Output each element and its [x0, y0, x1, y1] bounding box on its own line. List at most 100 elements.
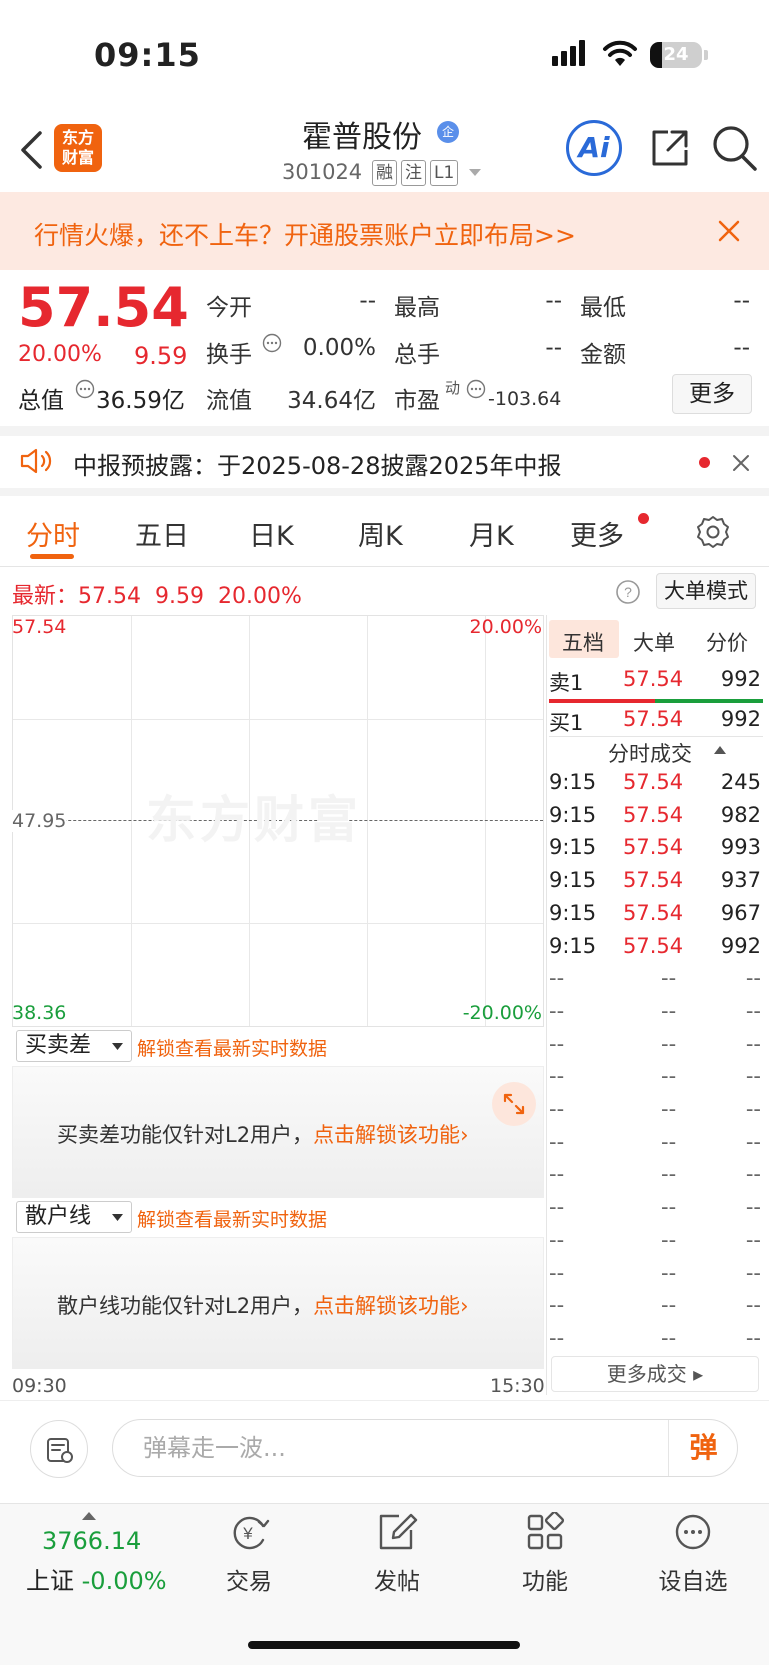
home-indicator — [248, 1641, 520, 1649]
unlock-feature-link-2[interactable]: 点击解锁该功能 — [313, 1294, 460, 1318]
trade-button[interactable]: ¥ 交易 — [194, 1512, 304, 1596]
divider — [0, 426, 769, 436]
stock-name: 霍普股份 — [302, 120, 422, 155]
info-dots-icon[interactable] — [466, 379, 486, 399]
info-dots-icon[interactable] — [262, 333, 282, 353]
search-icon[interactable] — [712, 124, 758, 172]
low-label: 最低 — [580, 295, 626, 321]
index-name: 上证 — [26, 1567, 74, 1595]
help-icon[interactable]: ? — [615, 579, 641, 605]
pct-axis-top-label: 20.00% — [469, 616, 542, 638]
tab-weekly-k[interactable]: 周K — [358, 514, 403, 553]
stock-code: 301024 — [282, 160, 363, 184]
bid-row-1: 买1 57.54 992 — [549, 707, 761, 737]
unlock-data-link-2[interactable]: 解锁查看最新实时数据 — [137, 1205, 327, 1232]
trade-time: -- — [549, 998, 565, 1023]
index-value[interactable]: 3766.14 — [42, 1527, 141, 1555]
dropdown-icon[interactable] — [468, 168, 482, 178]
sub-indicator-select-1[interactable]: 买卖差 — [16, 1030, 132, 1062]
sub-indicator-2-label: 散户线 — [25, 1204, 92, 1229]
tab-level-five[interactable]: 五档 — [562, 627, 604, 657]
post-button[interactable]: 发帖 — [342, 1512, 452, 1596]
locked-panel-1[interactable]: 买卖差功能仅针对L2用户，点击解锁该功能› — [12, 1066, 544, 1198]
trade-time: 9:15 — [549, 933, 597, 958]
trade-price: -- — [661, 1293, 677, 1318]
wifi-icon — [603, 40, 637, 66]
collapse-icon[interactable] — [714, 745, 726, 754]
trade-time: -- — [549, 1064, 565, 1089]
share-icon[interactable] — [648, 126, 692, 170]
unlock-data-link-1[interactable]: 解锁查看最新实时数据 — [137, 1034, 327, 1061]
tab-monthly-k[interactable]: 月K — [469, 514, 514, 553]
trade-qty: -- — [745, 1293, 761, 1318]
trade-time: -- — [549, 966, 565, 991]
open-label: 今开 — [206, 295, 252, 321]
info-dots-icon[interactable] — [75, 379, 95, 399]
trade-row: 9:15 57.54 937 — [549, 868, 761, 898]
sub-indicator-select-2[interactable]: 散户线 — [16, 1201, 132, 1233]
tab-daily-k[interactable]: 日K — [249, 514, 294, 553]
tab-more[interactable]: 更多 — [570, 514, 624, 553]
sub-indicator-1-label: 买卖差 — [25, 1033, 92, 1058]
divider — [549, 736, 763, 737]
dropdown-icon — [112, 1043, 123, 1050]
close-notice-icon[interactable] — [732, 454, 750, 472]
tab-price-split[interactable]: 分价 — [706, 627, 748, 657]
notice-text[interactable]: 中报预披露：于2025-08-28披露2025年中报 — [73, 446, 562, 481]
trade-row: -- -- -- — [549, 1326, 761, 1356]
expand-icon — [503, 1093, 525, 1115]
trade-time: 9:15 — [549, 770, 597, 794]
locked-panel-2[interactable]: 散户线功能仅针对L2用户，点击解锁该功能› — [12, 1237, 544, 1369]
trade-time: 9:15 — [549, 900, 597, 925]
trade-time: 9:15 — [549, 868, 597, 893]
tab-intraday[interactable]: 分时 — [26, 514, 80, 553]
trade-price: -- — [661, 1162, 677, 1187]
ai-assistant-button[interactable]: Ai — [566, 120, 622, 176]
settings-icon[interactable] — [695, 514, 731, 550]
send-danmaku-button[interactable]: 弹 — [668, 1420, 738, 1476]
bid-price: 57.54 — [623, 707, 684, 731]
big-order-mode-button[interactable]: 大单模式 — [656, 573, 756, 609]
index-ticker[interactable]: 上证 -0.00% — [26, 1561, 167, 1596]
expand-button[interactable] — [492, 1082, 536, 1126]
trade-icon: ¥ — [233, 1516, 270, 1550]
more-quote-button[interactable]: 更多 — [672, 374, 752, 414]
svg-text:¥: ¥ — [242, 1524, 253, 1543]
trade-time: -- — [549, 1325, 565, 1350]
trade-price: 57.54 — [623, 802, 684, 827]
add-watchlist-button[interactable]: 设自选 — [638, 1512, 748, 1596]
trade-row: -- -- -- — [549, 1162, 761, 1192]
trade-qty: 937 — [720, 868, 761, 893]
trade-price: 57.54 — [623, 933, 684, 958]
divider — [0, 566, 769, 567]
trade-qty: -- — [745, 1260, 761, 1285]
divider — [0, 488, 769, 496]
trade-qty: -- — [745, 1325, 761, 1350]
danmaku-settings-button[interactable] — [30, 1420, 88, 1478]
trade-row: -- -- -- — [549, 1228, 761, 1258]
promo-banner-text[interactable]: 行情火爆，还不上车？开通股票账户立即布局>> — [34, 216, 576, 252]
trade-row: 9:15 57.54 992 — [549, 934, 761, 964]
tab-big-orders[interactable]: 大单 — [633, 627, 675, 657]
svg-text:?: ? — [624, 584, 632, 600]
compose-icon — [379, 1513, 418, 1550]
trade-row: 9:15 57.54 245 — [549, 770, 761, 800]
market-cap-label: 总值 — [18, 388, 64, 414]
back-icon[interactable] — [18, 130, 44, 170]
enterprise-badge-icon: 企 — [437, 121, 459, 143]
grid-icon — [527, 1510, 565, 1550]
danmaku-input[interactable]: 弹幕走一波... — [112, 1419, 738, 1477]
tab-five-day[interactable]: 五日 — [135, 514, 189, 553]
trades-title[interactable]: 分时成交 — [608, 738, 692, 768]
unlock-feature-link-1[interactable]: 点击解锁该功能 — [313, 1123, 460, 1147]
y-axis-mid-label: 47.95 — [12, 810, 67, 832]
low-value: -- — [733, 288, 750, 314]
battery-icon: 24 — [650, 42, 702, 68]
ask-price: 57.54 — [623, 667, 684, 691]
functions-button[interactable]: 功能 — [490, 1510, 600, 1596]
trade-row: -- -- -- — [549, 966, 761, 996]
margin-tag: 融 — [372, 160, 397, 186]
more-trades-button[interactable]: 更多成交 ▸ — [551, 1356, 759, 1392]
close-banner-icon[interactable] — [718, 220, 740, 242]
eastmoney-logo[interactable]: 东方 财富 — [54, 124, 102, 172]
